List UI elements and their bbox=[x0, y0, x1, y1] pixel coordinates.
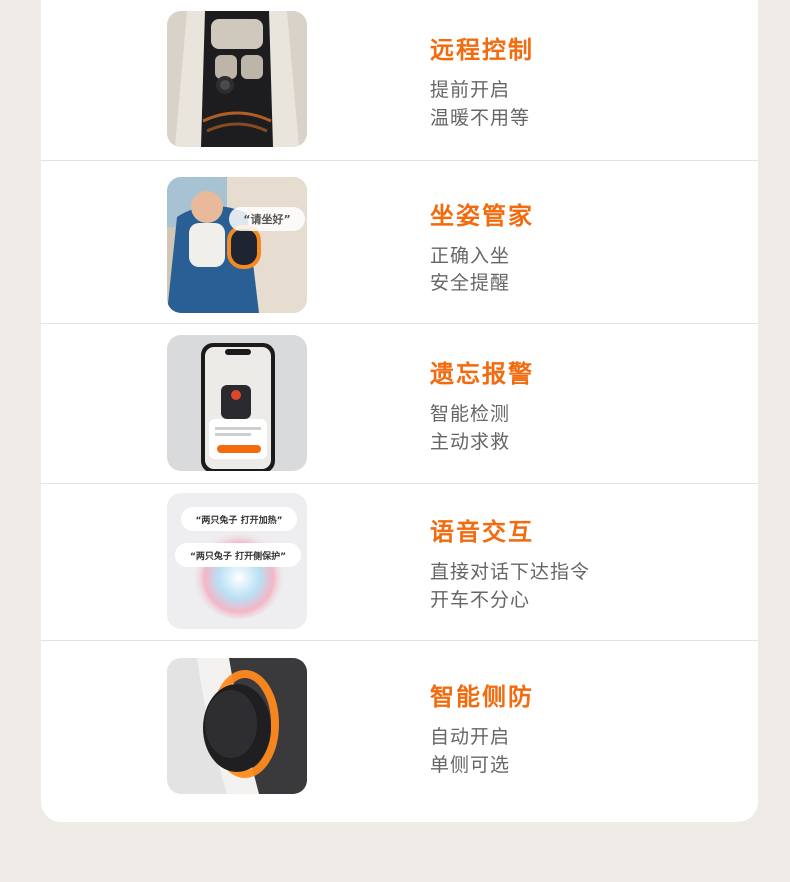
side-protection-icon bbox=[167, 658, 307, 794]
feature-line-2: 温暖不用等 bbox=[430, 107, 531, 129]
feature-line-2: 主动求救 bbox=[430, 431, 511, 453]
feature-line-1: 直接对话下达指令 bbox=[430, 561, 591, 583]
phone-alert-image bbox=[167, 335, 307, 471]
child-seat-image: “请坐好” bbox=[167, 177, 307, 313]
feature-line-1: 正确入坐 bbox=[430, 245, 511, 267]
voice-orb-image: “两只兔子 打开加热” “两只兔子 打开侧保护” bbox=[167, 493, 307, 629]
feature-row-side-protection: 智能侧防 自动开启 单侧可选 bbox=[41, 641, 758, 822]
feature-line-2: 单侧可选 bbox=[430, 754, 511, 776]
feature-row-voice: “两只兔子 打开加热” “两只兔子 打开侧保护” 语音交互 直接对话下达指令 开… bbox=[41, 484, 758, 641]
feature-title: 远程控制 bbox=[430, 36, 534, 64]
car-interior-image bbox=[167, 11, 307, 147]
image-bubble-text-1: “两只兔子 打开加热” bbox=[196, 514, 283, 526]
feature-line-1: 自动开启 bbox=[430, 726, 511, 748]
feature-title: 语音交互 bbox=[430, 518, 534, 546]
image-bubble-text-2: “两只兔子 打开侧保护” bbox=[190, 550, 286, 562]
image-bubble-text: “请坐好” bbox=[243, 212, 290, 226]
feature-card: 远程控制 提前开启 温暖不用等 “请坐好” 坐姿管家 正确入坐 安全提醒 遗忘报… bbox=[41, 0, 758, 822]
feature-title: 遗忘报警 bbox=[430, 360, 534, 388]
feature-row-remote-control: 远程控制 提前开启 温暖不用等 bbox=[41, 0, 758, 161]
feature-line-1: 提前开启 bbox=[430, 79, 511, 101]
voice-orb-icon: “两只兔子 打开加热” “两只兔子 打开侧保护” bbox=[167, 493, 307, 629]
feature-title: 坐姿管家 bbox=[430, 202, 534, 230]
feature-line-2: 安全提醒 bbox=[430, 272, 511, 294]
feature-row-forget-alarm: 遗忘报警 智能检测 主动求救 bbox=[41, 324, 758, 484]
side-protection-image bbox=[167, 658, 307, 794]
car-interior-icon bbox=[167, 11, 307, 147]
feature-row-posture: “请坐好” 坐姿管家 正确入坐 安全提醒 bbox=[41, 161, 758, 324]
feature-title: 智能侧防 bbox=[430, 683, 534, 711]
phone-alert-icon bbox=[167, 335, 307, 471]
child-seat-icon: “请坐好” bbox=[167, 177, 307, 313]
feature-line-2: 开车不分心 bbox=[430, 589, 531, 611]
feature-line-1: 智能检测 bbox=[430, 403, 511, 425]
